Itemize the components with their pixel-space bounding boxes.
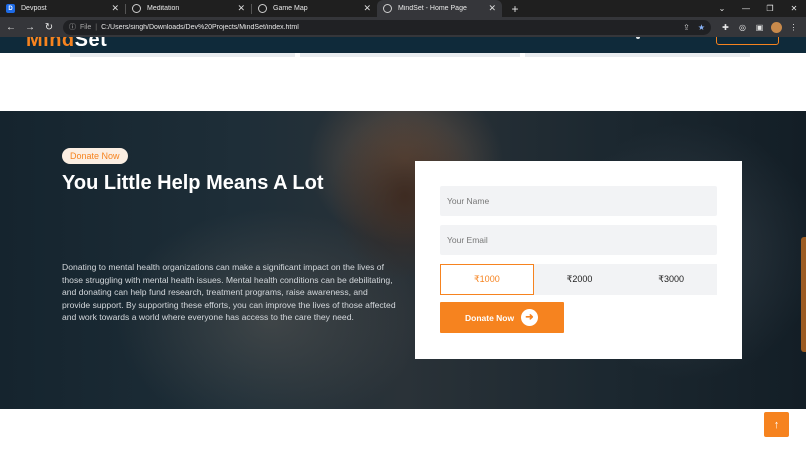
close-icon[interactable]: ✕ bbox=[111, 3, 119, 14]
extensions-icon[interactable]: ✚ bbox=[717, 23, 734, 32]
name-field[interactable]: Your Name bbox=[440, 186, 717, 216]
reload-icon[interactable]: ↻ bbox=[41, 19, 57, 35]
logo-rest: Set bbox=[74, 37, 108, 51]
share-icon[interactable]: ⇪ bbox=[683, 23, 690, 32]
tab-search-icon[interactable]: ⌄ bbox=[710, 0, 734, 17]
devpost-icon: D bbox=[6, 4, 15, 13]
close-icon[interactable]: ✕ bbox=[488, 3, 496, 14]
donate-now-tag: Donate Now bbox=[62, 148, 128, 164]
url-scheme-label: File bbox=[80, 23, 92, 31]
url-text[interactable]: C:/Users/singh/Downloads/Dev%20Projects/… bbox=[101, 24, 675, 31]
logo-accent: Mind bbox=[26, 37, 75, 51]
donate-submit-label: Donate Now bbox=[465, 312, 515, 323]
globe-icon bbox=[132, 4, 141, 13]
tab-game-map[interactable]: Game Map ✕ bbox=[252, 0, 377, 17]
site-logo[interactable]: MindSet bbox=[26, 37, 107, 52]
donate-description: Donating to mental health organizations … bbox=[62, 262, 396, 322]
globe-icon bbox=[258, 4, 267, 13]
donate-headline: You Little Help Means A Lot bbox=[62, 172, 324, 194]
arrow-right-icon: ➜ bbox=[521, 309, 538, 326]
forward-icon[interactable]: → bbox=[22, 19, 38, 35]
restore-icon[interactable]: ❐ bbox=[758, 0, 782, 17]
site-header: MindSet bbox=[0, 37, 806, 53]
amount-options: ₹1000 ₹2000 ₹3000 bbox=[440, 264, 717, 295]
minimize-icon[interactable]: — bbox=[734, 0, 758, 17]
amount-option-1000[interactable]: ₹1000 bbox=[440, 264, 534, 295]
browser-toolbar: ← → ↻ ⓘ File | C:/Users/singh/Downloads/… bbox=[0, 17, 806, 37]
globe-icon bbox=[383, 4, 392, 13]
page-viewport: MindSet Donate Now You Little Help Means… bbox=[0, 37, 806, 453]
donation-form-card: Your Name Your Email ₹1000 ₹2000 ₹3000 D… bbox=[415, 161, 742, 359]
tab-title: Meditation bbox=[147, 5, 180, 12]
tab-meditation[interactable]: Meditation ✕ bbox=[126, 0, 251, 17]
tab-title: Devpost bbox=[21, 5, 47, 12]
info-icon[interactable]: ⓘ bbox=[69, 22, 76, 32]
avatar bbox=[771, 21, 782, 33]
nav-dropdown-indicator[interactable] bbox=[636, 37, 640, 39]
amount-option-2000[interactable]: ₹2000 bbox=[534, 264, 626, 295]
toolbar-actions: ✚ ◎ ▣ ⋮ bbox=[717, 21, 802, 33]
email-field[interactable]: Your Email bbox=[440, 225, 717, 255]
window-close-icon[interactable]: ✕ bbox=[782, 0, 806, 17]
donate-submit-button[interactable]: Donate Now ➜ bbox=[440, 302, 564, 333]
close-icon[interactable]: ✕ bbox=[363, 3, 371, 14]
media-icon[interactable]: ◎ bbox=[734, 23, 751, 32]
back-to-top-button[interactable]: ↑ bbox=[764, 412, 789, 437]
side-edge-tab[interactable] bbox=[801, 237, 806, 352]
tab-devpost[interactable]: D Devpost ✕ bbox=[0, 0, 125, 17]
arrow-up-icon: ↑ bbox=[773, 418, 780, 431]
header-cta-button[interactable] bbox=[716, 37, 779, 45]
window-controls: ⌄ — ❐ ✕ bbox=[710, 0, 806, 17]
tab-title: MindSet - Home Page bbox=[398, 5, 467, 12]
back-icon[interactable]: ← bbox=[3, 19, 19, 35]
address-bar[interactable]: ⓘ File | C:/Users/singh/Downloads/Dev%20… bbox=[63, 19, 711, 35]
bookmark-star-icon[interactable]: ★ bbox=[698, 23, 705, 32]
tab-mindset-home[interactable]: MindSet - Home Page ✕ bbox=[377, 0, 502, 17]
side-panel-icon[interactable]: ▣ bbox=[751, 23, 768, 32]
profile-avatar[interactable] bbox=[768, 21, 785, 33]
url-divider: | bbox=[95, 23, 98, 31]
tab-title: Game Map bbox=[273, 5, 308, 12]
amount-option-3000[interactable]: ₹3000 bbox=[625, 264, 717, 295]
new-tab-button[interactable]: + bbox=[506, 0, 524, 17]
close-icon[interactable]: ✕ bbox=[237, 3, 245, 14]
section-divider-strip bbox=[0, 53, 806, 57]
browser-tab-bar: D Devpost ✕ Meditation ✕ Game Map ✕ Mind… bbox=[0, 0, 806, 17]
kebab-menu-icon[interactable]: ⋮ bbox=[785, 23, 802, 32]
